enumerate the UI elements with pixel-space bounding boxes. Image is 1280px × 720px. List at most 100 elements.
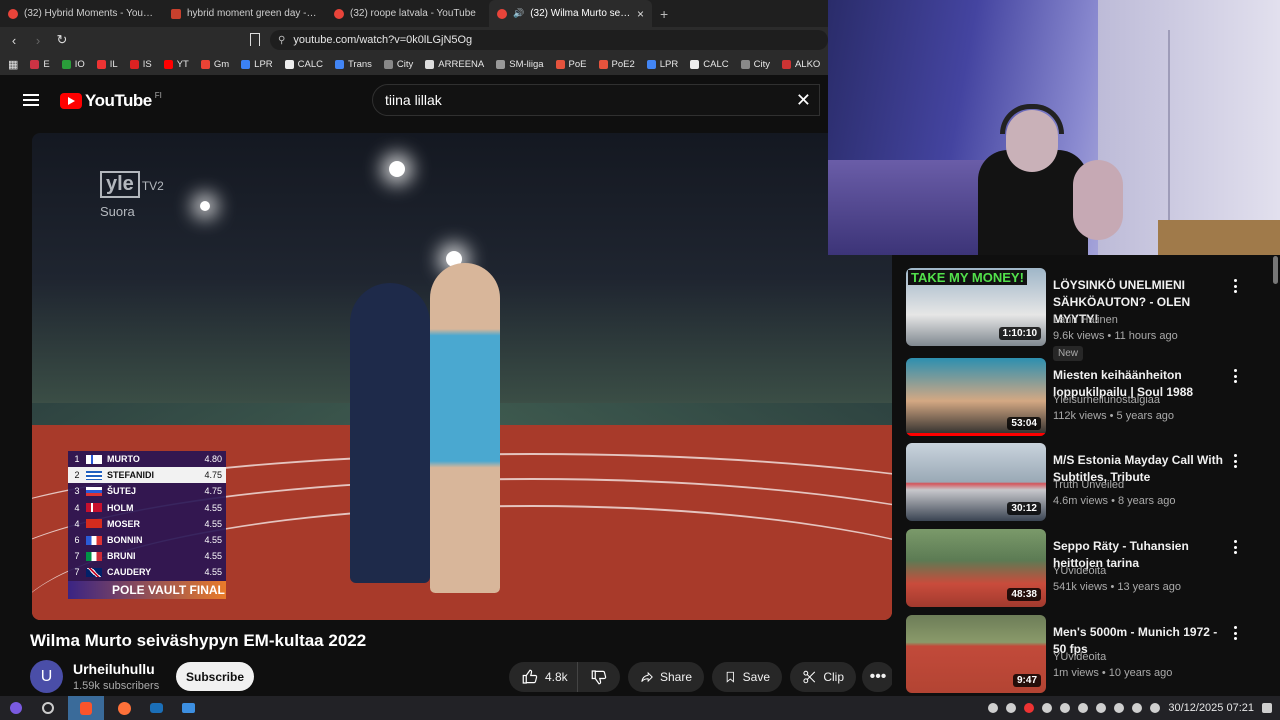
more-vertical-icon[interactable] <box>1232 454 1238 468</box>
bookmark-favicon-icon <box>598 59 608 69</box>
address-bar[interactable]: ⚲ youtube.com/watch?v=0k0lLGjN5Og <box>270 30 828 50</box>
bookmark-item[interactable]: IS <box>129 59 152 70</box>
bookmark-item[interactable]: ARREENA <box>425 59 484 70</box>
bookmark-item[interactable]: SM-liiga <box>496 59 544 70</box>
bookmark-icon[interactable] <box>250 33 260 46</box>
recommendation-channel[interactable]: Lauri Halinen <box>1053 314 1118 326</box>
browser-tab[interactable]: hybrid moment green day - Bra <box>163 0 326 27</box>
network-icon[interactable] <box>1132 703 1143 713</box>
video-player[interactable]: yle TV2 Suora 1 MURTO 4.80 2 STEFANIDI 4.75 3… <box>32 133 892 620</box>
volume-icon[interactable] <box>1078 703 1089 713</box>
subscribe-button[interactable]: Subscribe <box>176 662 254 691</box>
bookmark-item[interactable]: PoE2 <box>598 59 635 70</box>
bookmark-favicon-icon <box>383 59 393 69</box>
apps-grid-icon[interactable]: ▦ <box>8 58 18 71</box>
france-flag-icon <box>86 535 102 545</box>
floodlight <box>200 201 210 211</box>
notification-icon[interactable] <box>988 703 999 713</box>
dislike-button[interactable] <box>577 662 620 692</box>
back-button[interactable]: ‹ <box>4 33 24 48</box>
more-vertical-icon[interactable] <box>1232 540 1238 554</box>
search-input[interactable]: tiina lillak ✕ <box>372 84 820 116</box>
search-query: tiina lillak <box>385 92 442 108</box>
battery-icon[interactable] <box>1150 703 1161 713</box>
bookmark-item[interactable]: E <box>30 59 50 70</box>
sidebar-scrollbar[interactable] <box>1271 255 1280 695</box>
tab-close-icon[interactable]: × <box>637 7 644 21</box>
tab-title: (32) Hybrid Moments - YouTube <box>24 8 155 19</box>
bookmark-item[interactable]: LPR <box>646 59 678 70</box>
video-thumbnail[interactable]: 48:38 <box>906 529 1046 607</box>
channel-avatar[interactable]: U <box>30 660 63 693</box>
save-button[interactable]: Save <box>712 662 782 692</box>
bookmark-item[interactable]: Trans <box>334 59 372 70</box>
bookmark-item[interactable]: CALC <box>284 59 323 70</box>
more-actions-button[interactable]: ••• <box>862 662 894 692</box>
region-code: FI <box>154 90 162 100</box>
more-vertical-icon[interactable] <box>1232 626 1238 640</box>
new-tab-button[interactable]: + <box>652 6 676 22</box>
video-thumbnail[interactable]: 30:12 <box>906 443 1046 521</box>
recommendation-item[interactable]: 30:12 M/S Estonia Mayday Call With Subti… <box>906 440 1266 522</box>
clock[interactable]: 30/12/2025 07:21 <box>1168 702 1254 714</box>
recommendation-channel[interactable]: Truth Unveiled <box>1053 479 1124 491</box>
tab-title: hybrid moment green day - Bra <box>187 8 318 19</box>
bookmark-item[interactable]: CALC <box>690 59 729 70</box>
bookmark-item[interactable]: YT <box>163 59 189 70</box>
video-thumbnail[interactable]: 9:47 <box>906 615 1046 693</box>
video-thumbnail[interactable]: TAKE MY MONEY! 1:10:10 <box>906 268 1046 346</box>
menu-icon[interactable] <box>23 94 39 106</box>
scoreboard-row: 1 MURTO 4.80 <box>68 451 226 468</box>
recommendation-item[interactable]: 9:47 Men's 5000m - Munich 1972 - 50 fps … <box>906 612 1266 694</box>
recommendation-channel[interactable]: YUvideoita <box>1053 565 1106 577</box>
scoreboard-row: 4 HOLM 4.55 <box>68 499 226 516</box>
browser-tab[interactable]: (32) roope latvala - YouTube <box>326 0 489 27</box>
reload-button[interactable]: ↻ <box>52 32 72 48</box>
more-vertical-icon[interactable] <box>1232 279 1238 293</box>
scrollbar-thumb[interactable] <box>1273 256 1278 284</box>
record-icon[interactable] <box>1024 703 1035 713</box>
microphone-icon[interactable] <box>1096 703 1107 713</box>
thumbnail-caption: TAKE MY MONEY! <box>908 270 1027 285</box>
steam-tray-icon[interactable] <box>1006 703 1017 713</box>
clear-search-icon[interactable]: ✕ <box>796 90 811 111</box>
steam-icon[interactable] <box>144 696 168 720</box>
video-thumbnail[interactable]: 53:04 <box>906 358 1046 436</box>
bookmark-item[interactable]: Gm <box>200 59 229 70</box>
bookmark-item[interactable]: City <box>383 59 413 70</box>
bookmark-item[interactable]: PoE <box>555 59 587 70</box>
bookmark-item[interactable]: IL <box>96 59 118 70</box>
recommendation-item[interactable]: 48:38 Seppo Räty - Tuhansien heittojen t… <box>906 526 1266 608</box>
bookmark-item[interactable]: LPR <box>241 59 273 70</box>
brave-browser-icon[interactable] <box>68 696 104 720</box>
start-menu-icon[interactable] <box>4 696 28 720</box>
bookmark-item[interactable]: IO <box>61 59 85 70</box>
bookmark-item[interactable]: ALKO <box>781 59 820 70</box>
recommendation-channel[interactable]: YUvideoita <box>1053 651 1106 663</box>
recommendation-item[interactable]: 53:04 Miesten keihäänheiton loppukilpail… <box>906 355 1266 437</box>
site-info-icon[interactable]: ⚲ <box>278 35 285 46</box>
youtube-favicon-icon <box>334 8 344 19</box>
firefox-icon[interactable] <box>112 696 136 720</box>
recommendation-channel[interactable]: Yleisurheilunostalgiaa <box>1053 394 1160 406</box>
youtube-logo[interactable]: YouTube FI <box>60 91 162 111</box>
more-vertical-icon[interactable] <box>1232 369 1238 383</box>
media-play-icon[interactable] <box>1060 703 1071 713</box>
forward-button[interactable]: › <box>28 33 48 48</box>
recommendation-meta: 4.6m views • 8 years ago <box>1053 495 1176 507</box>
browser-tab[interactable]: (32) Hybrid Moments - YouTube <box>0 0 163 27</box>
bookmark-item[interactable]: City <box>740 59 770 70</box>
clip-button[interactable]: Clip <box>790 662 856 692</box>
browser-tab-active[interactable]: 🔊 (32) Wilma Murto seiväsh × <box>489 0 652 27</box>
clipboard-icon[interactable] <box>1114 703 1125 713</box>
app-launcher-icon[interactable] <box>36 696 60 720</box>
bookmark-favicon-icon <box>61 59 71 69</box>
scoreboard-row-highlighted: 2 STEFANIDI 4.75 <box>68 467 226 484</box>
show-desktop-icon[interactable] <box>1262 703 1272 713</box>
share-button[interactable]: Share <box>628 662 704 692</box>
file-manager-icon[interactable] <box>176 696 200 720</box>
scissors-icon <box>803 670 816 684</box>
channel-name[interactable]: Urheiluhullu <box>73 661 155 677</box>
recommendation-item[interactable]: TAKE MY MONEY! 1:10:10 LÖYSINKÖ UNELMIEN… <box>906 265 1266 361</box>
discord-tray-icon[interactable] <box>1042 703 1053 713</box>
